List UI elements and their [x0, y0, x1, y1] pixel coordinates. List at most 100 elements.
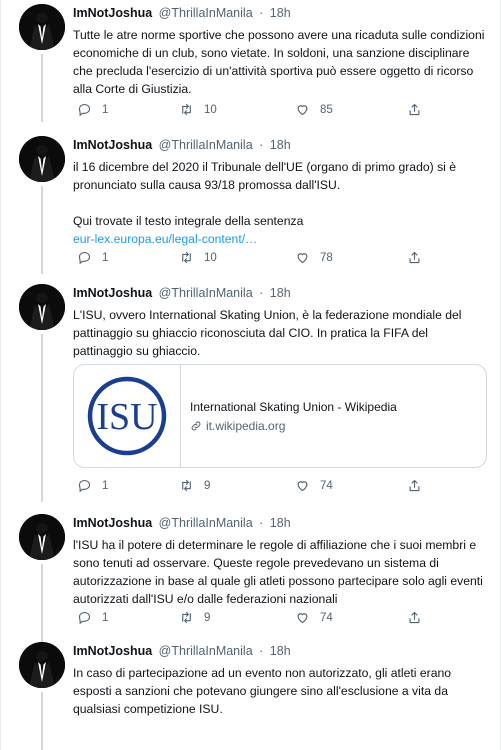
- dot-separator: ·: [259, 286, 264, 300]
- tweet-text-content: In caso di partecipazione ad un evento n…: [73, 666, 452, 716]
- like-count: 78: [320, 251, 333, 264]
- timestamp[interactable]: 18h: [270, 644, 291, 658]
- retweet-button[interactable]: 9: [179, 478, 210, 493]
- tweet-header: ImNotJoshua @ThrillaInManila · 18h: [73, 138, 291, 152]
- avatar[interactable]: [19, 642, 65, 688]
- timestamp[interactable]: 18h: [270, 286, 291, 300]
- display-name[interactable]: ImNotJoshua: [73, 138, 152, 152]
- like-button[interactable]: 74: [295, 478, 333, 493]
- like-icon: [297, 481, 308, 492]
- reply-button[interactable]: 1: [77, 102, 108, 117]
- tweet-text-content: il 16 dicembre del 2020 il Tribunale del…: [73, 160, 457, 192]
- dot-separator: ·: [259, 138, 264, 152]
- card-domain: it.wikipedia.org: [190, 419, 285, 433]
- tweet-4[interactable]: ImNotJoshua @ThrillaInManila · 18h l'ISU…: [1, 514, 500, 642]
- reply-count: 1: [102, 611, 109, 624]
- share-icon: [409, 611, 420, 624]
- retweet-icon: [182, 479, 191, 492]
- tweet-actions: 1 9 74: [73, 478, 493, 498]
- reply-count: 1: [102, 251, 109, 264]
- reply-button[interactable]: 1: [77, 250, 108, 265]
- avatar[interactable]: [19, 136, 65, 182]
- tweet-header: ImNotJoshua @ThrillaInManila · 18h: [73, 286, 291, 300]
- like-icon: [297, 105, 308, 116]
- retweet-icon: [182, 103, 191, 116]
- isu-logo-text: ISU: [96, 396, 157, 438]
- like-icon: [297, 613, 308, 624]
- display-name[interactable]: ImNotJoshua: [73, 6, 152, 20]
- avatar[interactable]: [19, 284, 65, 330]
- retweet-button[interactable]: 10: [179, 250, 217, 265]
- reply-button[interactable]: 1: [77, 478, 108, 493]
- retweet-button[interactable]: 9: [179, 610, 210, 625]
- card-domain-text: it.wikipedia.org: [206, 419, 286, 433]
- display-name[interactable]: ImNotJoshua: [73, 644, 152, 658]
- share-button[interactable]: [407, 610, 422, 625]
- thread-line: [41, 186, 43, 274]
- retweet-button[interactable]: 10: [179, 102, 217, 117]
- like-count: 74: [320, 611, 333, 624]
- card-title: International Skating Union - Wikipedia: [190, 400, 397, 414]
- reply-count: 1: [102, 479, 109, 492]
- share-icon: [409, 251, 420, 264]
- retweet-count: 9: [204, 611, 211, 624]
- avatar-suit-icon: [19, 4, 65, 50]
- share-button[interactable]: [407, 250, 422, 265]
- link-icon: [191, 421, 201, 431]
- handle[interactable]: @ThrillaInManila: [159, 516, 253, 530]
- timestamp[interactable]: 18h: [270, 138, 291, 152]
- retweet-count: 10: [204, 251, 217, 264]
- tweet-text-content: Tutte le atre norme sportive che possono…: [73, 28, 485, 96]
- external-link[interactable]: eur-lex.europa.eu/legal-content/…: [73, 232, 257, 246]
- timestamp[interactable]: 18h: [270, 516, 291, 530]
- avatar-suit-icon: [19, 136, 65, 182]
- handle[interactable]: @ThrillaInManila: [159, 286, 253, 300]
- thread-line: [41, 334, 43, 502]
- reply-button[interactable]: 1: [77, 610, 108, 625]
- tweet-actions: 1 10 78: [73, 250, 493, 270]
- tweet-3[interactable]: ImNotJoshua @ThrillaInManila · 18h L'ISU…: [1, 284, 500, 502]
- avatar-suit-icon: [19, 514, 65, 560]
- tweet-text-content-2: Qui trovate il testo integrale della sen…: [73, 214, 304, 228]
- thread-line: [41, 692, 43, 750]
- share-icon: [409, 479, 420, 492]
- tweet-5[interactable]: ImNotJoshua @ThrillaInManila · 18h In ca…: [1, 642, 500, 750]
- tweet-text-content: l'ISU ha il potere di determinare le reg…: [73, 538, 483, 606]
- tweet-text-content: L'ISU, ovvero International Skating Unio…: [73, 308, 462, 358]
- timestamp[interactable]: 18h: [270, 6, 291, 20]
- tweet-2[interactable]: ImNotJoshua @ThrillaInManila · 18h il 16…: [1, 136, 500, 274]
- tweet-actions: 1 10 85: [73, 102, 493, 122]
- tweet-header: ImNotJoshua @ThrillaInManila · 18h: [73, 516, 291, 530]
- share-button[interactable]: [407, 102, 422, 117]
- handle[interactable]: @ThrillaInManila: [159, 6, 253, 20]
- tweet-text: l'ISU ha il potere di determinare le reg…: [73, 536, 485, 608]
- reply-icon: [78, 479, 91, 493]
- retweet-count: 10: [204, 103, 217, 116]
- share-icon: [409, 103, 420, 116]
- handle[interactable]: @ThrillaInManila: [159, 138, 253, 152]
- tweet-text: L'ISU, ovvero International Skating Unio…: [73, 306, 485, 360]
- thread-line: [41, 54, 43, 122]
- isu-logo: ISU: [74, 365, 181, 467]
- dot-separator: ·: [259, 644, 264, 658]
- like-button[interactable]: 85: [295, 102, 333, 117]
- tweet-actions: 1 9 74: [73, 610, 493, 630]
- handle[interactable]: @ThrillaInManila: [159, 644, 253, 658]
- retweet-count: 9: [204, 479, 211, 492]
- link-preview-card[interactable]: ISU International Skating Union - Wikipe…: [73, 364, 487, 468]
- retweet-icon: [182, 251, 191, 264]
- like-button[interactable]: 78: [295, 250, 333, 265]
- like-button[interactable]: 74: [295, 610, 333, 625]
- display-name[interactable]: ImNotJoshua: [73, 286, 152, 300]
- avatar[interactable]: [19, 514, 65, 560]
- dot-separator: ·: [259, 516, 264, 530]
- thread-line: [41, 564, 43, 642]
- reply-icon: [78, 251, 91, 265]
- tweet-1[interactable]: ImNotJoshua @ThrillaInManila · 18h Tutte…: [1, 4, 500, 122]
- tweet-thread: ImNotJoshua @ThrillaInManila · 18h Tutte…: [0, 0, 501, 750]
- share-button[interactable]: [407, 478, 422, 493]
- display-name[interactable]: ImNotJoshua: [73, 516, 152, 530]
- reply-icon: [78, 611, 91, 625]
- avatar[interactable]: [19, 4, 65, 50]
- dot-separator: ·: [259, 6, 264, 20]
